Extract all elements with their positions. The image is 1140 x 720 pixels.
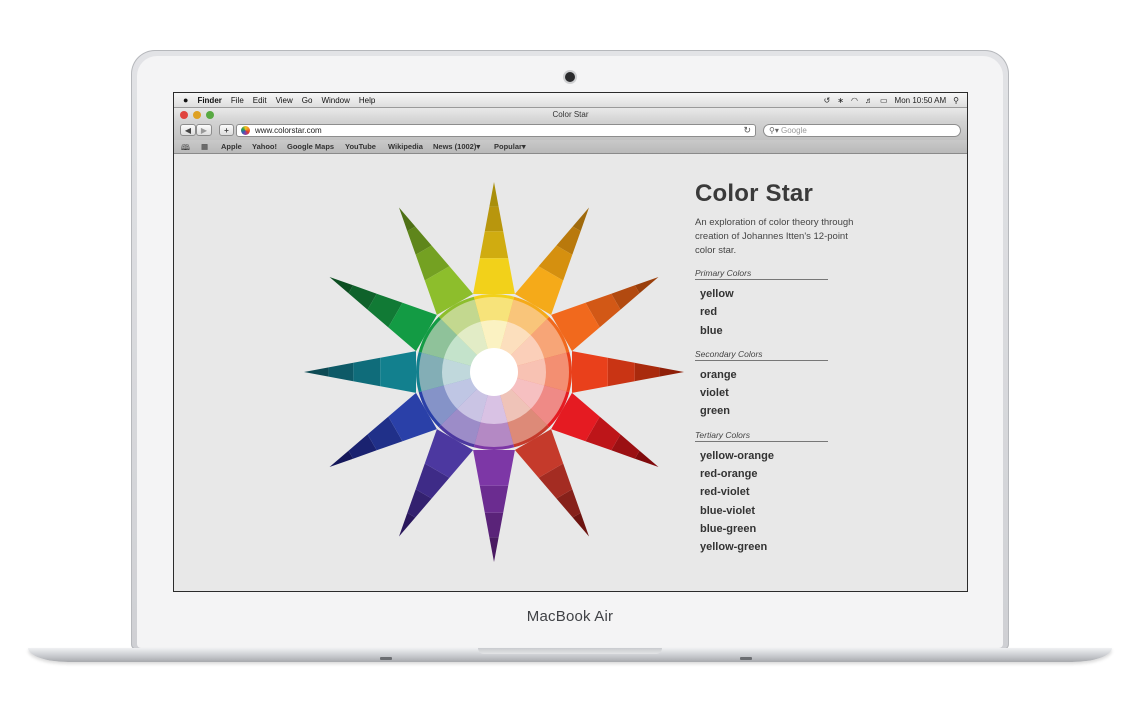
tertiary-colors-heading: Tertiary Colors: [695, 430, 828, 442]
menu-file[interactable]: File: [231, 96, 244, 105]
bookmark-google-maps[interactable]: Google Maps: [287, 142, 334, 151]
top-sites-icon[interactable]: ▦: [201, 142, 208, 151]
page-title: Color Star: [695, 180, 814, 207]
star-point-violet: [484, 512, 504, 538]
color-link-green[interactable]: green: [700, 402, 855, 420]
color-link-violet[interactable]: violet: [700, 384, 855, 402]
window-titlebar: Color Star: [174, 108, 967, 121]
apple-menu-icon[interactable]: ●: [183, 95, 188, 105]
star-point-yellow: [489, 182, 499, 207]
search-input[interactable]: ⚲▾ Google: [763, 124, 961, 137]
wifi-icon[interactable]: ◠: [851, 96, 858, 105]
color-link-blue-green[interactable]: blue-green: [700, 520, 855, 538]
star-point-blue-green: [380, 351, 416, 393]
star-point-violet: [489, 537, 499, 562]
color-star-graphic: [304, 182, 684, 562]
search-placeholder: Google: [781, 126, 807, 135]
star-point-green: [329, 277, 354, 294]
bookmark-popular[interactable]: Popular▾: [494, 142, 526, 151]
laptop-foot: [740, 657, 752, 660]
color-link-red-violet[interactable]: red-violet: [700, 483, 855, 501]
star-point-violet: [473, 450, 515, 486]
zoom-window-button[interactable]: [206, 111, 214, 119]
screen: ● Finder File Edit View Go Window Help ↺…: [173, 92, 968, 592]
site-favicon-icon: [241, 126, 250, 135]
star-point-blue-green: [304, 367, 329, 377]
bookmark-youtube[interactable]: YouTube: [345, 142, 376, 151]
menu-bar: ● Finder File Edit View Go Window Help ↺…: [174, 93, 967, 108]
volume-icon[interactable]: ♬: [865, 96, 873, 105]
star-point-yellow-green: [399, 207, 416, 232]
star-point-yellow: [484, 206, 504, 232]
bookmark-apple[interactable]: Apple: [221, 142, 242, 151]
address-text: www.colorstar.com: [255, 126, 322, 135]
star-point-violet: [479, 485, 509, 513]
color-link-yellow[interactable]: yellow: [700, 285, 855, 303]
star-point-red-violet: [572, 512, 589, 537]
back-button[interactable]: ◀: [180, 124, 196, 136]
bookmark-wikipedia[interactable]: Wikipedia: [388, 142, 423, 151]
color-link-yellow-green[interactable]: yellow-green: [700, 538, 855, 556]
star-point-red-orange: [659, 367, 684, 377]
menu-view[interactable]: View: [276, 96, 293, 105]
star-point-red: [634, 450, 659, 467]
bookmark-yahoo[interactable]: Yahoo!: [252, 142, 277, 151]
star-point-blue-green: [328, 362, 354, 382]
secondary-colors-list: orange violet green: [695, 366, 855, 421]
bookmark-news[interactable]: News (1002)▾: [433, 142, 480, 151]
color-link-red[interactable]: red: [700, 303, 855, 321]
star-point-red-orange: [607, 357, 635, 387]
color-link-blue-violet[interactable]: blue-violet: [700, 502, 855, 520]
bluetooth-icon[interactable]: ∗: [837, 96, 844, 105]
tertiary-colors-list: yellow-orange red-orange red-violet blue…: [695, 447, 855, 557]
star-point-blue-violet: [399, 512, 416, 537]
color-link-orange[interactable]: orange: [700, 366, 855, 384]
minimize-window-button[interactable]: [193, 111, 201, 119]
info-panel: Color Star An exploration of color theor…: [695, 180, 855, 566]
camera-icon: [565, 72, 575, 82]
menu-extras: ↺ ∗ ◠ ♬ ▭ Mon 10:50 AM ⚲: [817, 93, 959, 107]
menu-go[interactable]: Go: [302, 96, 313, 105]
device-brand-label: MacBook Air: [526, 608, 614, 625]
time-machine-icon[interactable]: ↺: [824, 96, 831, 105]
primary-colors-list: yellow red blue: [695, 285, 855, 340]
laptop-foot: [380, 657, 392, 660]
address-bar[interactable]: www.colorstar.com ↻: [236, 124, 756, 137]
star-point-yellow: [473, 258, 515, 294]
search-icon[interactable]: ⚲: [953, 96, 959, 105]
menu-app-name[interactable]: Finder: [197, 96, 221, 105]
star-point-blue: [329, 450, 354, 467]
secondary-colors-heading: Secondary Colors: [695, 349, 828, 361]
magnifier-icon: ⚲▾: [769, 126, 779, 135]
star-point-yellow: [479, 231, 509, 259]
color-link-red-orange[interactable]: red-orange: [700, 465, 855, 483]
close-window-button[interactable]: [180, 111, 188, 119]
menu-edit[interactable]: Edit: [253, 96, 267, 105]
add-bookmark-button[interactable]: +: [219, 124, 234, 136]
color-link-yellow-orange[interactable]: yellow-orange: [700, 447, 855, 465]
battery-icon[interactable]: ▭: [880, 96, 888, 105]
menu-window[interactable]: Window: [321, 96, 349, 105]
color-link-blue[interactable]: blue: [700, 322, 855, 340]
star-point-blue-green: [353, 357, 381, 387]
star-point-yellow-orange: [572, 207, 589, 232]
page-content: Color Star An exploration of color theor…: [174, 154, 967, 591]
menu-help[interactable]: Help: [359, 96, 375, 105]
star-point-orange: [634, 277, 659, 294]
page-intro: An exploration of color theory through c…: [695, 217, 854, 256]
star-point-red-orange: [572, 351, 608, 393]
browser-toolbar: ◀ ▶ + www.colorstar.com ↻ ⚲▾ Google: [174, 121, 967, 140]
laptop-hinge-notch: [478, 648, 662, 654]
bookmarks-bar: 🕮 ▦ Apple Yahoo! Google Maps YouTube Wik…: [174, 140, 967, 154]
forward-button[interactable]: ▶: [196, 124, 212, 136]
star-center: [470, 348, 518, 396]
star-point-red-orange: [634, 362, 660, 382]
reload-icon[interactable]: ↻: [743, 125, 751, 136]
menu-clock[interactable]: Mon 10:50 AM: [895, 96, 947, 105]
primary-colors-heading: Primary Colors: [695, 268, 828, 280]
